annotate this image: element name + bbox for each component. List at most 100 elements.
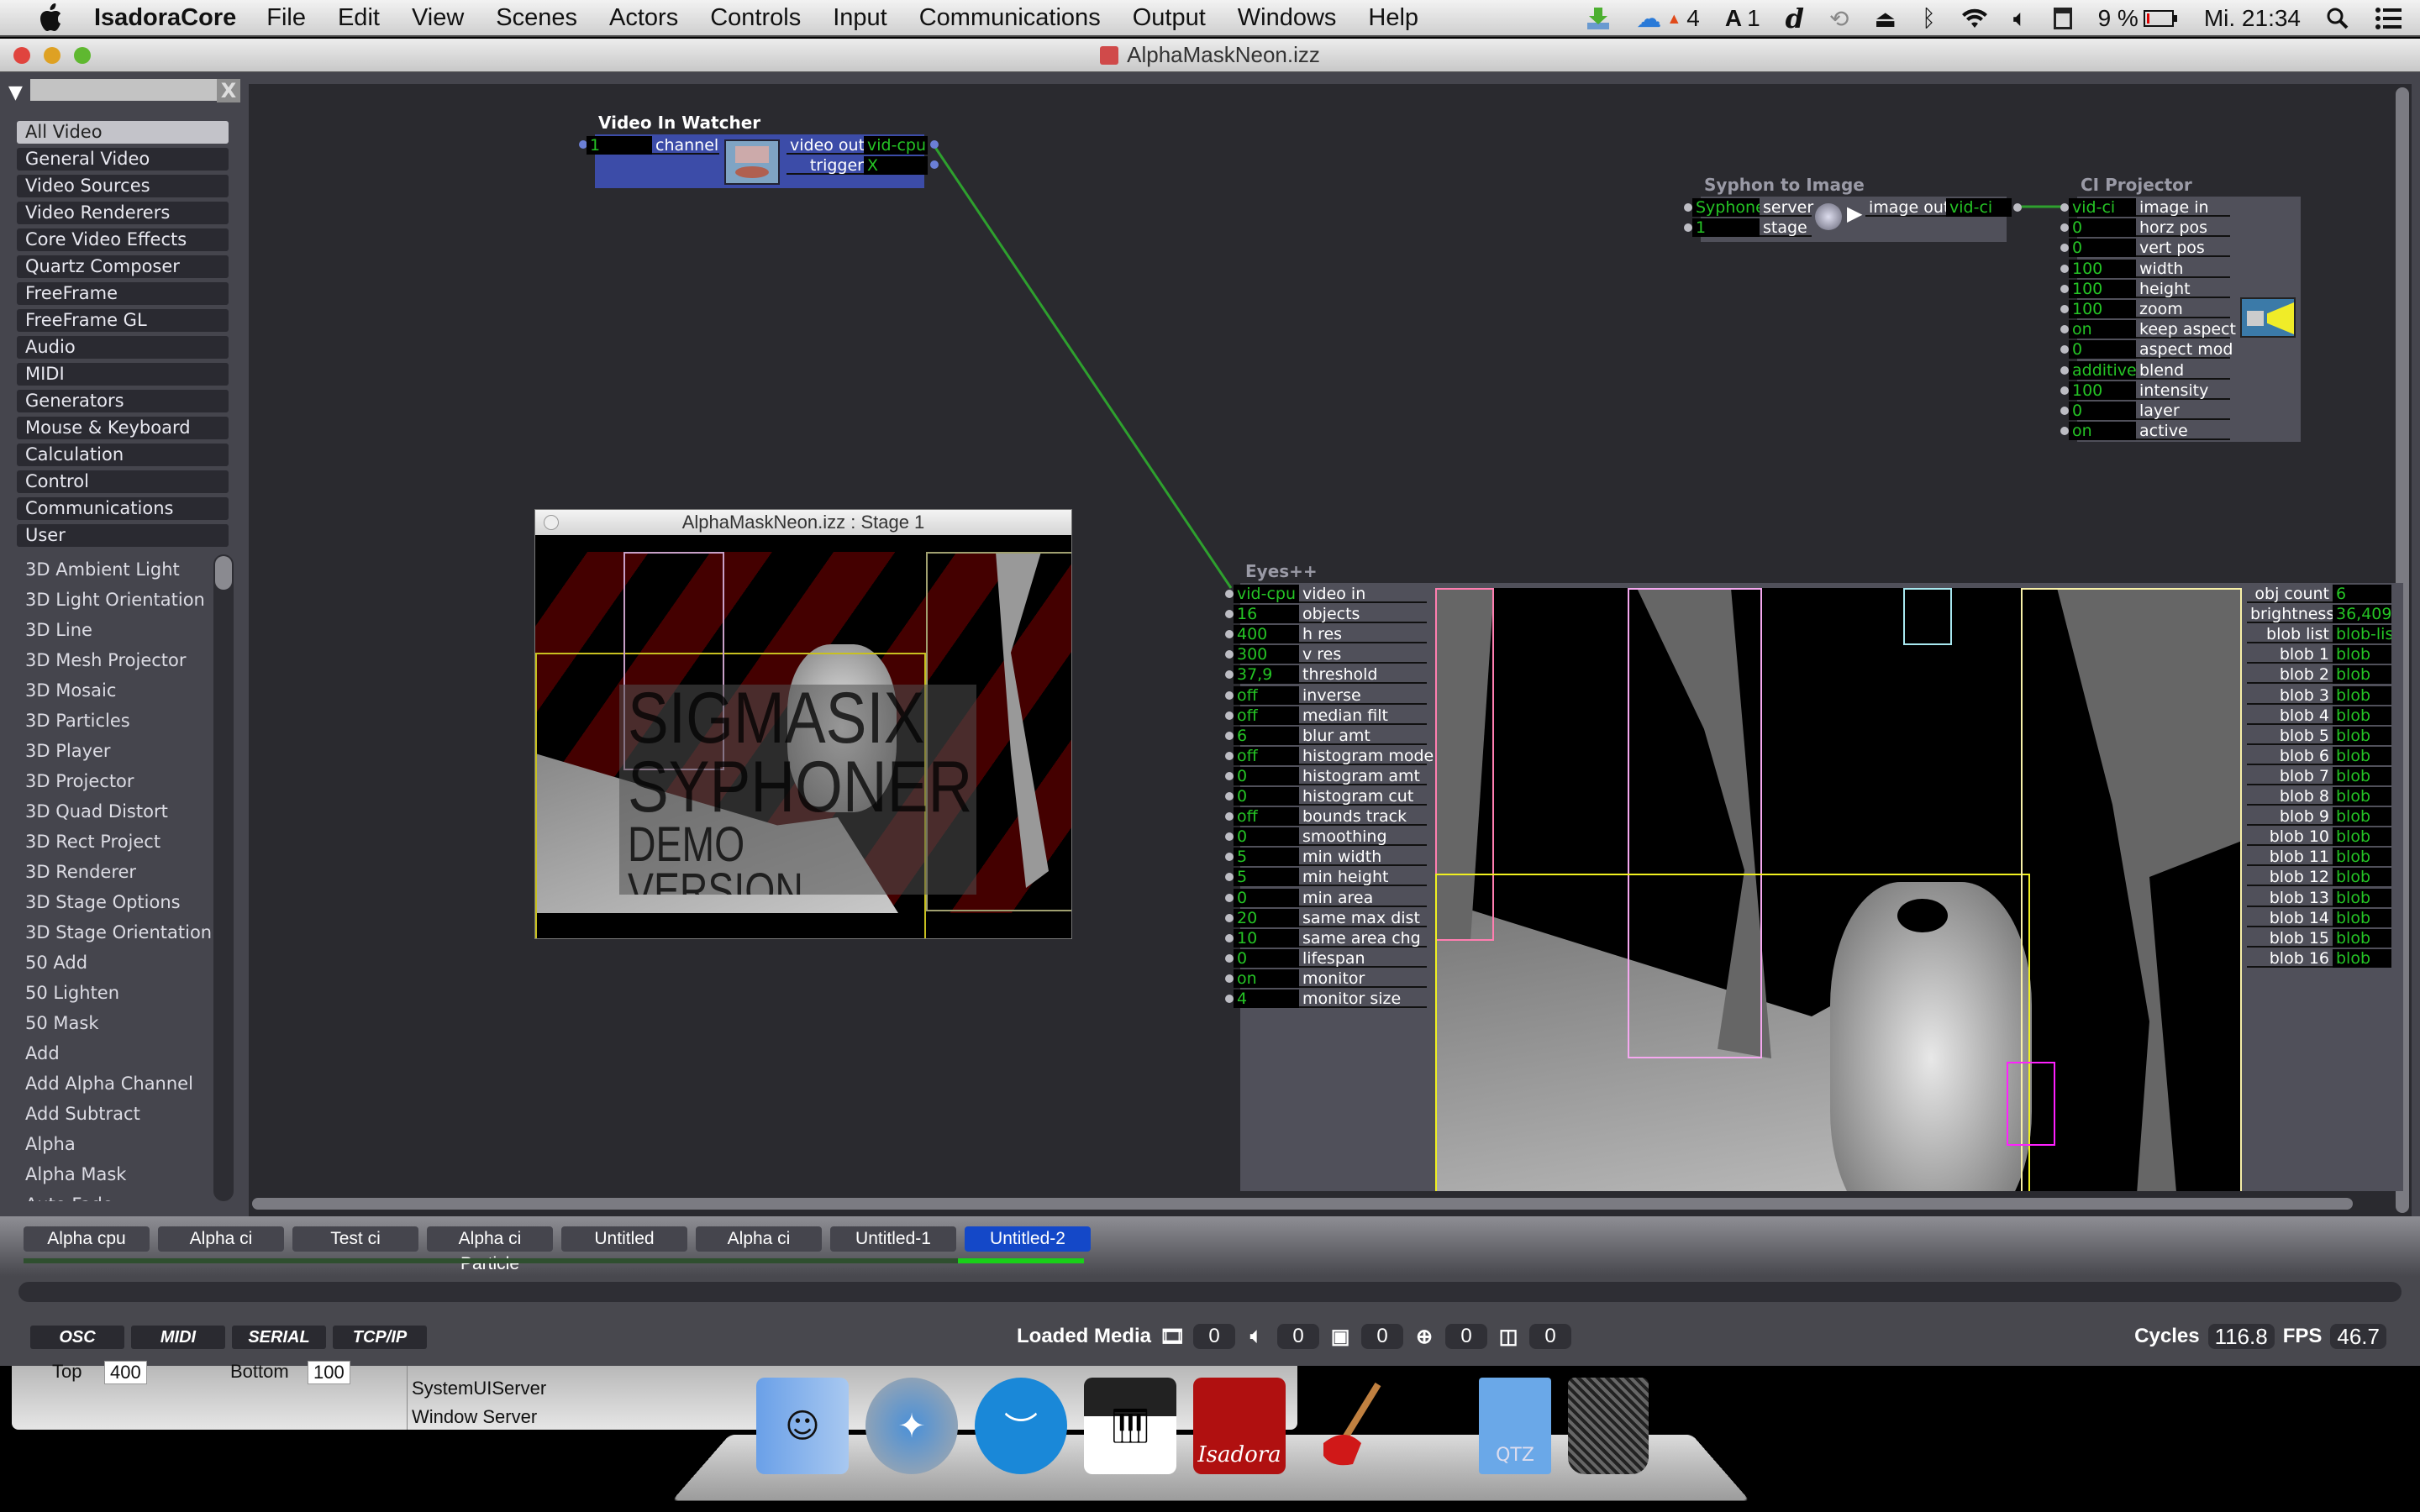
menu-scenes[interactable]: Scenes [496, 4, 577, 32]
dock-finder[interactable]: ☺ [756, 1378, 849, 1474]
input-port[interactable] [1225, 792, 1234, 801]
comm-button-midi[interactable]: MIDI [131, 1326, 225, 1349]
scene-tab[interactable]: Untitled-2 [965, 1226, 1091, 1252]
time-machine-icon[interactable]: ⟲ [1829, 5, 1849, 33]
menu-file[interactable]: File [266, 4, 306, 32]
input-value[interactable]: additive [2069, 360, 2136, 380]
input-port[interactable] [1225, 933, 1234, 942]
stage-close-button[interactable] [544, 515, 559, 530]
scene-tab[interactable]: Alpha ci [158, 1226, 284, 1252]
input-port[interactable] [2060, 386, 2069, 395]
input-port[interactable] [1225, 731, 1234, 740]
input-port[interactable] [1684, 223, 1692, 232]
clock[interactable]: Mi. 21:34 [2204, 5, 2301, 32]
input-value[interactable]: off [1234, 685, 1299, 705]
server-value[interactable]: Syphoner [1692, 198, 1760, 217]
input-value[interactable]: 100 [2069, 300, 2136, 318]
input-value[interactable]: 100 [2069, 259, 2136, 278]
keyboard-viewer-icon[interactable] [2053, 7, 2073, 30]
bluetooth-icon[interactable]: ᛒ [1922, 5, 1936, 32]
process-row[interactable]: Window Server [412, 1406, 537, 1428]
input-value[interactable]: 20 [1234, 908, 1299, 927]
input-value[interactable]: 6 [1234, 726, 1299, 745]
input-port[interactable] [2060, 284, 2069, 293]
input-value[interactable]: 0 [2069, 239, 2136, 258]
input-port[interactable] [1225, 771, 1234, 780]
input-port[interactable] [1225, 953, 1234, 963]
menu-input[interactable]: Input [833, 4, 887, 32]
minimize-button[interactable] [44, 47, 60, 64]
input-port[interactable] [1225, 995, 1234, 1003]
dock-safari[interactable]: ✦ [865, 1378, 958, 1474]
scene-tab[interactable]: Alpha ci [696, 1226, 822, 1252]
menu-communications[interactable]: Communications [919, 4, 1101, 32]
comm-button-tcp-ip[interactable]: TCP/IP [333, 1326, 427, 1349]
input-value[interactable]: 0 [1234, 948, 1299, 968]
input-port[interactable] [1225, 974, 1234, 983]
input-value[interactable]: 400 [1234, 625, 1299, 644]
spotlight-icon[interactable] [2326, 7, 2349, 30]
input-port[interactable] [1225, 590, 1234, 598]
menu-actors[interactable]: Actors [609, 4, 678, 32]
input-value[interactable]: 100 [2069, 381, 2136, 400]
scene-tab[interactable]: Alpha ci Particle [427, 1226, 553, 1273]
download-icon[interactable] [1586, 6, 1611, 31]
input-port[interactable] [2060, 365, 2069, 375]
input-value[interactable]: 37,9 [1234, 665, 1299, 685]
input-value[interactable]: 0 [1234, 787, 1299, 806]
stage-window[interactable]: AlphaMaskNeon.izz : Stage 1 SIGMASIX SYP… [534, 509, 1072, 939]
stage-value[interactable]: 1 [1692, 218, 1760, 237]
channel-value[interactable]: 1 [587, 136, 652, 155]
input-value[interactable]: off [1234, 746, 1299, 765]
dock-plunger[interactable] [1302, 1378, 1395, 1474]
input-port[interactable] [1225, 751, 1234, 760]
input-value[interactable]: on [2069, 320, 2136, 339]
volume-icon[interactable]: 🔈︎ [2013, 5, 2028, 33]
input-value[interactable]: on [1234, 969, 1299, 988]
comm-button-osc[interactable]: OSC [30, 1326, 124, 1349]
input-value[interactable]: 0 [1234, 766, 1299, 785]
input-port[interactable] [1225, 893, 1234, 902]
scene-tab[interactable]: Untitled [561, 1226, 687, 1252]
scene-tab[interactable]: Test ci [292, 1226, 418, 1252]
top-field[interactable]: 400 [104, 1361, 147, 1384]
input-value[interactable]: on [2069, 422, 2136, 441]
input-port[interactable] [1225, 690, 1234, 700]
input-value[interactable]: 0 [2069, 218, 2136, 238]
input-port[interactable] [1225, 711, 1234, 720]
apple-menu-icon[interactable] [32, 0, 69, 36]
input-port[interactable] [1684, 203, 1692, 212]
zoom-button[interactable] [74, 47, 91, 64]
input-value[interactable]: 100 [2069, 279, 2136, 298]
input-value[interactable]: 0 [2069, 340, 2136, 360]
input-value[interactable]: 300 [1234, 645, 1299, 664]
dictionary-icon[interactable]: d [1786, 3, 1804, 34]
input-value[interactable]: 0 [1234, 827, 1299, 847]
dock-openoffice[interactable]: ︶ [975, 1378, 1067, 1474]
creative-cloud-status[interactable]: ☁ ▲ 4 [1636, 4, 1699, 34]
input-port[interactable] [2060, 305, 2069, 313]
input-value[interactable]: off [1234, 706, 1299, 725]
app-menu[interactable]: IsadoraCore [94, 4, 236, 32]
eject-icon[interactable]: ⏏ [1874, 5, 1896, 33]
bottom-field[interactable]: 100 [308, 1361, 350, 1384]
menu-windows[interactable]: Windows [1238, 4, 1337, 32]
input-port[interactable] [2060, 264, 2069, 273]
dock-trash[interactable] [1568, 1378, 1649, 1474]
notification-center-icon[interactable] [2375, 7, 2403, 30]
scene-scroll-track[interactable] [18, 1282, 2402, 1302]
input-value[interactable]: 0 [2069, 402, 2136, 420]
menu-controls[interactable]: Controls [710, 4, 801, 32]
scene-tab[interactable]: Untitled-1 [830, 1226, 956, 1252]
input-port[interactable] [2060, 203, 2069, 212]
menu-view[interactable]: View [412, 4, 464, 32]
input-port[interactable] [2060, 407, 2069, 415]
input-value[interactable]: 5 [1234, 868, 1299, 887]
menu-edit[interactable]: Edit [338, 4, 380, 32]
process-row[interactable]: SystemUIServer [412, 1378, 546, 1399]
adobe-status[interactable]: A1 [1725, 5, 1760, 32]
dock-isadora[interactable]: Isadora [1193, 1378, 1286, 1474]
scene-tab[interactable]: Alpha cpu [24, 1226, 150, 1252]
output-port[interactable] [930, 160, 939, 169]
input-port[interactable] [1225, 913, 1234, 922]
